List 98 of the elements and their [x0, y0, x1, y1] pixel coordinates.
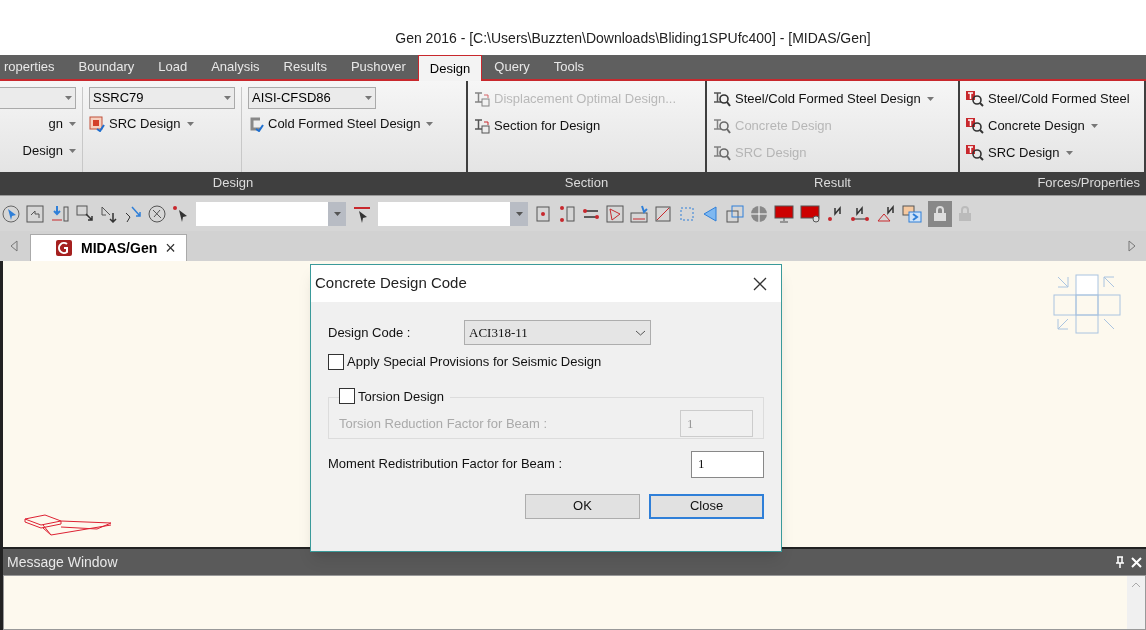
- cube-icon[interactable]: [726, 204, 744, 223]
- ribbon-tab[interactable]: roperties: [0, 55, 67, 79]
- spark-icon[interactable]: [630, 204, 648, 223]
- view-cone-icon[interactable]: [702, 204, 720, 223]
- ribbon-command[interactable]: gn: [48, 112, 76, 136]
- node-number-icon[interactable]: [826, 204, 844, 223]
- frame-number-icon[interactable]: [876, 204, 896, 223]
- ribbon-tab[interactable]: Query: [482, 55, 542, 79]
- ribbon-command[interactable]: Steel/Cold Formed Steel: [966, 87, 1130, 111]
- globe-icon[interactable]: [750, 204, 768, 223]
- dropdown-field[interactable]: ACI318-11: [464, 320, 651, 345]
- close-icon[interactable]: [753, 276, 767, 291]
- circle-cross-icon[interactable]: [148, 204, 166, 223]
- ribbon-tab[interactable]: Design: [417, 55, 483, 81]
- ribbon-tab[interactable]: Tools: [541, 55, 597, 79]
- document-tab[interactable]: MIDAS/Gen: [81, 237, 158, 259]
- dialog-title: Concrete Design Code: [315, 273, 467, 294]
- section-icon: [474, 91, 490, 107]
- ribbon-command[interactable]: Concrete Design: [966, 114, 1130, 138]
- lock-icon[interactable]: [928, 200, 952, 227]
- dropdown-value: ACI318-11: [469, 323, 528, 342]
- ribbon-command[interactable]: Design: [22, 139, 76, 163]
- element-number-icon[interactable]: [850, 204, 870, 223]
- checkbox[interactable]: [339, 388, 355, 405]
- cross-arrow-icon[interactable]: [124, 204, 142, 223]
- design-check-icon: [89, 116, 105, 132]
- caret-icon: [69, 149, 76, 153]
- caret-icon: [365, 96, 372, 100]
- element-pointer-icon[interactable]: [352, 204, 372, 223]
- section-icon: [474, 118, 490, 134]
- field-label: Moment Redistribution Factor for Beam :: [328, 455, 563, 474]
- dropdown-value: AISI-CFSD86: [252, 89, 331, 108]
- caret-icon: [1065, 151, 1073, 155]
- ribbon-command[interactable]: Steel/Cold Formed Steel Design: [713, 87, 934, 111]
- dialog-button[interactable]: OK: [525, 493, 640, 519]
- scroll-left-icon: [10, 240, 18, 252]
- dropdown-value: SSRC79: [93, 89, 144, 108]
- checkbox[interactable]: [328, 353, 344, 370]
- section-search-icon: [713, 145, 731, 161]
- ribbon-group-label: Section: [564, 173, 609, 192]
- ribbon-command[interactable]: SRC Design: [89, 112, 235, 136]
- ribbon-tab[interactable]: Load: [146, 55, 200, 79]
- caret-icon: [69, 122, 76, 126]
- section-search-icon: [966, 118, 984, 134]
- dialog-button[interactable]: Close: [649, 493, 764, 519]
- caret-icon: [224, 96, 231, 100]
- app-logo-icon: [55, 239, 73, 257]
- node-pair-icon[interactable]: [558, 204, 576, 223]
- undo-window-icon[interactable]: [26, 204, 44, 223]
- checkbox-label: Apply Special Provisions for Seismic Design: [347, 353, 602, 371]
- monitor-icon[interactable]: [774, 204, 794, 223]
- ribbon-group-label: Design: [212, 173, 254, 192]
- node-box-icon[interactable]: [534, 204, 552, 223]
- window-title: Gen 2016 - [C:\Users\Buzzten\Downloads\Bliding1SPUfc400] - [MIDAS/Gen]: [394, 29, 871, 48]
- caret-icon: [186, 122, 194, 126]
- diagonal-box-icon[interactable]: [654, 204, 672, 223]
- view-cube-icon: [1052, 273, 1124, 335]
- ribbon-command[interactable]: Section for Design: [474, 114, 677, 138]
- close-button[interactable]: ×: [165, 239, 176, 257]
- pointer-icon[interactable]: [2, 204, 20, 223]
- field-label: Design Code :: [328, 323, 412, 342]
- window-select-icon[interactable]: [100, 204, 118, 223]
- section-search-icon: [966, 91, 984, 107]
- dropdown-field[interactable]: [378, 201, 528, 226]
- dropdown-field[interactable]: SSRC79: [89, 87, 235, 109]
- ribbon-group-label: Result: [814, 173, 851, 192]
- ribbon-tab[interactable]: Boundary: [66, 55, 147, 79]
- caret-icon: [426, 122, 434, 126]
- design-check-icon: [248, 116, 264, 132]
- panel-title: Message Window: [7, 552, 118, 572]
- number-field[interactable]: 1: [691, 450, 764, 478]
- caret-icon: [333, 211, 341, 216]
- ribbon-command[interactable]: Cold Formed Steel Design: [248, 112, 434, 136]
- node-drop-icon[interactable]: [50, 204, 70, 223]
- ribbon-group-label: Forces/Properties: [1037, 173, 1140, 192]
- chevron-down-icon: [635, 329, 646, 336]
- section-search-icon: [713, 118, 731, 134]
- window-arrow-icon[interactable]: [902, 204, 922, 223]
- pin-icon[interactable]: [1115, 556, 1125, 568]
- caret-icon: [926, 97, 934, 101]
- dropdown-field[interactable]: AISI-CFSD86: [248, 87, 376, 109]
- box-select-icon[interactable]: [76, 204, 94, 223]
- section-search-icon: [713, 91, 731, 107]
- ribbon-tab[interactable]: Results: [271, 55, 339, 79]
- checkbox-label: Torsion Design: [358, 387, 444, 406]
- caret-icon: [65, 96, 72, 100]
- dropdown-field[interactable]: [196, 201, 346, 226]
- scroll-up-icon: [1131, 582, 1141, 588]
- scroll-right-icon: [1128, 240, 1136, 252]
- field-label: Torsion Reduction Factor for Beam :: [339, 414, 548, 433]
- caret-icon: [1090, 124, 1098, 128]
- monitor-gear-icon[interactable]: [800, 204, 820, 223]
- dropdown-field[interactable]: [0, 87, 76, 109]
- ribbon-command[interactable]: SRC Design: [966, 141, 1130, 165]
- section-search-icon: [966, 145, 984, 161]
- ribbon-tab[interactable]: Analysis: [199, 55, 272, 79]
- caret-icon: [515, 211, 523, 216]
- ribbon-tab[interactable]: Pushover: [338, 55, 418, 79]
